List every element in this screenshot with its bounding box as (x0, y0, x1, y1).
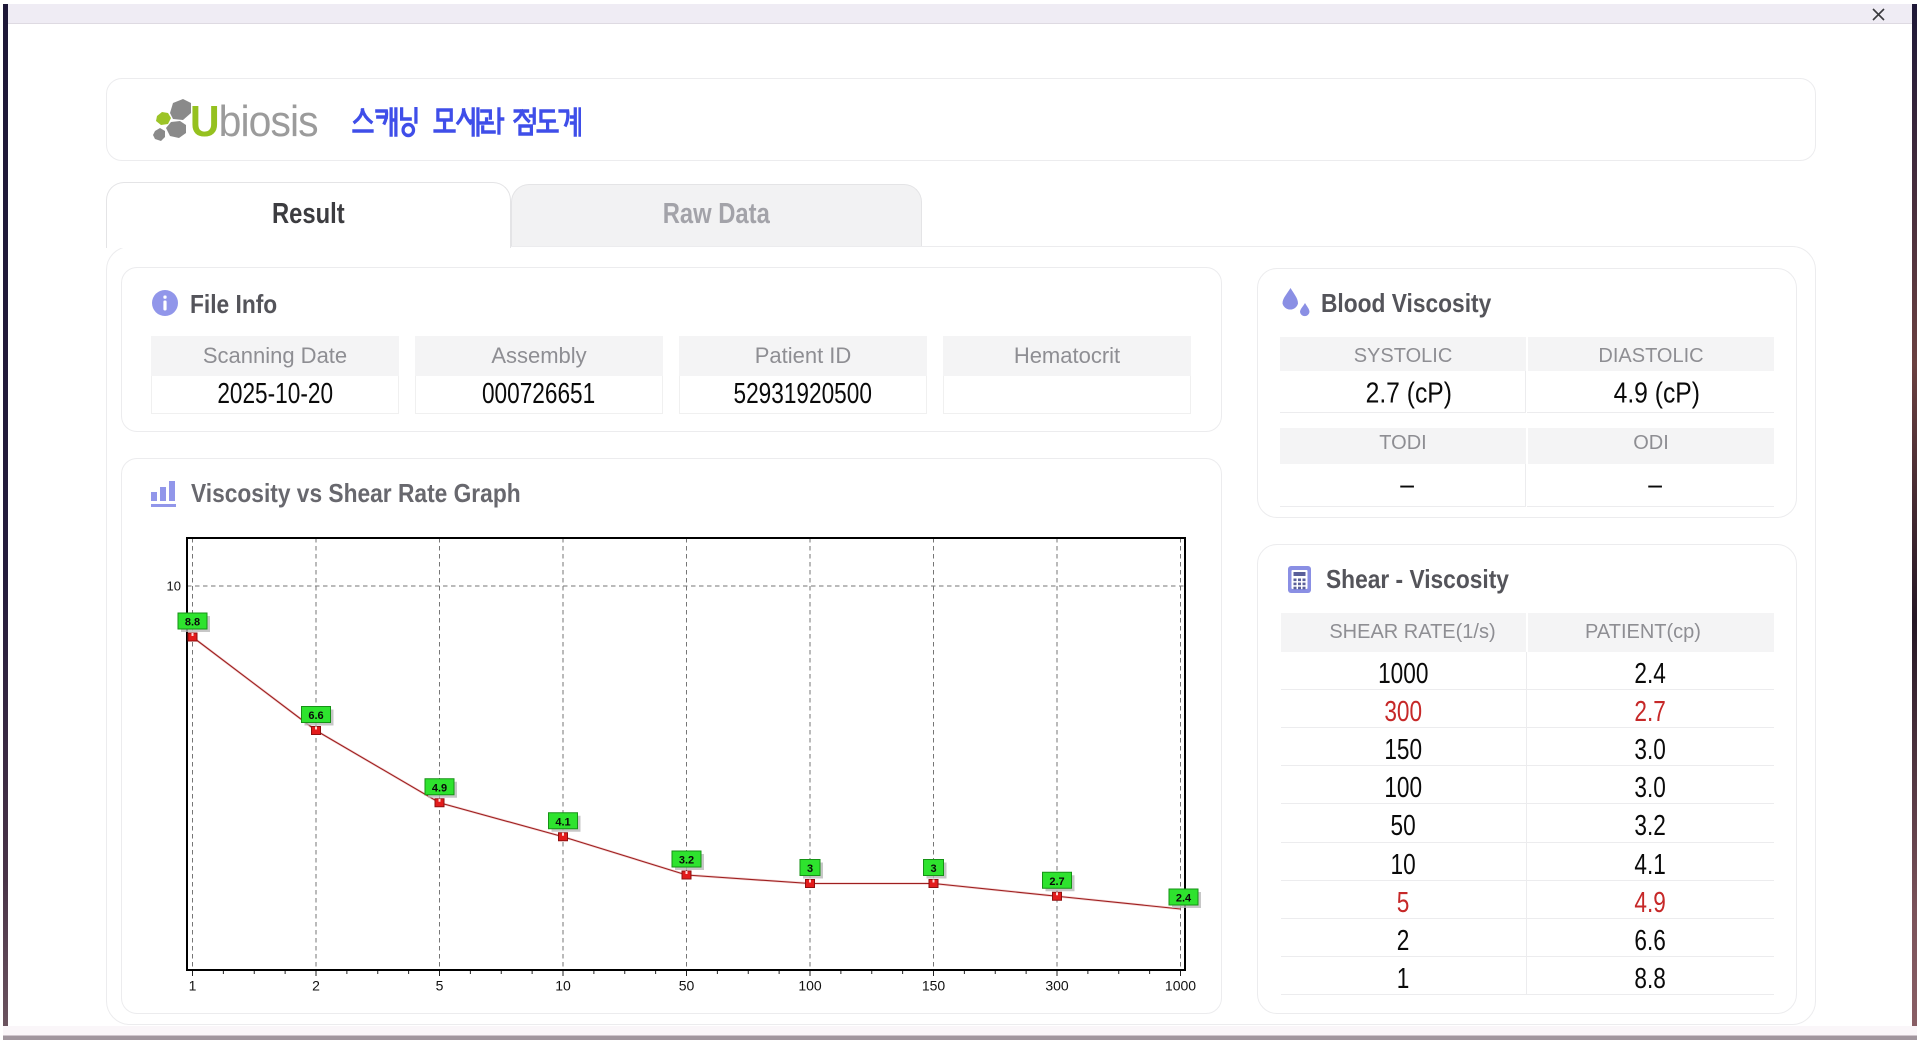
svg-text:100: 100 (798, 978, 822, 994)
svg-text:6.6: 6.6 (308, 710, 323, 722)
svg-text:150: 150 (922, 978, 946, 994)
svg-text:5: 5 (436, 978, 444, 994)
svg-text:3: 3 (807, 863, 813, 875)
svg-text:4.9: 4.9 (432, 782, 447, 794)
svg-text:2.7: 2.7 (1049, 876, 1064, 888)
svg-text:8.8: 8.8 (185, 617, 200, 629)
svg-text:50: 50 (679, 978, 695, 994)
svg-text:3.2: 3.2 (679, 855, 694, 867)
svg-text:3: 3 (930, 863, 936, 875)
svg-text:2: 2 (312, 978, 320, 994)
svg-text:10: 10 (555, 978, 571, 994)
svg-text:300: 300 (1045, 978, 1069, 994)
svg-text:10: 10 (167, 579, 181, 594)
svg-text:1000: 1000 (1165, 978, 1196, 994)
svg-text:1: 1 (189, 978, 197, 994)
svg-text:4.1: 4.1 (555, 816, 570, 828)
svg-text:2.4: 2.4 (1176, 893, 1192, 905)
